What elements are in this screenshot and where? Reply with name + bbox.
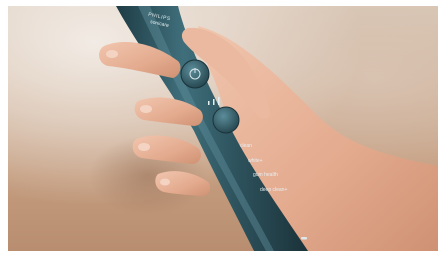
power-button-icon (180, 59, 210, 89)
mode-label-white: white+ (248, 158, 263, 164)
mode-button-icon (212, 106, 240, 134)
mode-label-deep-clean: deep clean+ (260, 187, 288, 193)
mode-label-clean: clean (240, 143, 252, 149)
product-photo: PHILIPS sonicare clean white+ gum health… (8, 6, 438, 251)
mode-label-gum-health: gum health (253, 172, 278, 178)
scene (99, 6, 438, 251)
charge-indicator-icon (301, 237, 307, 240)
